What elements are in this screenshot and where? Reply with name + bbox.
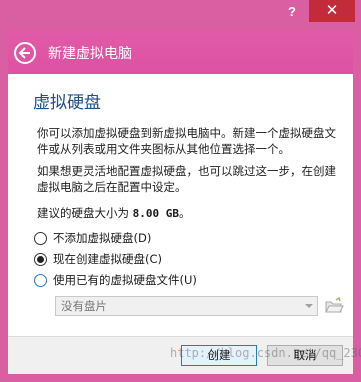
disk-file-select: 没有盘片 bbox=[55, 296, 318, 316]
option-no-disk-label: 不添加虚拟硬盘(D) bbox=[53, 231, 152, 245]
size-prefix: 建议的硬盘大小为 bbox=[37, 206, 133, 220]
help-button[interactable]: ? bbox=[280, 2, 304, 22]
disk-file-select-value: 没有盘片 bbox=[61, 299, 107, 313]
radio-no-disk[interactable] bbox=[34, 231, 47, 245]
page-title: 虚拟硬盘 bbox=[33, 93, 101, 113]
chevron-down-icon bbox=[305, 304, 313, 308]
cancel-button[interactable]: 取消 bbox=[267, 345, 343, 366]
wizard-title: 新建虚拟电脑 bbox=[48, 46, 132, 62]
option-create-disk[interactable]: 现在创建虚拟硬盘(C) bbox=[34, 251, 162, 267]
recommended-size: 建议的硬盘大小为 8.00 GB。 bbox=[37, 205, 191, 221]
create-button[interactable]: 创建 bbox=[181, 345, 257, 366]
description-paragraph: 你可以添加虚拟硬盘到新虚拟电脑中。新建一个虚拟硬盘文件或从列表或用文件夹图标从其… bbox=[37, 126, 336, 156]
size-value: 8.00 GB bbox=[132, 207, 180, 220]
window-titlebar: ? ✕ bbox=[0, 0, 361, 30]
option-create-disk-label: 现在创建虚拟硬盘(C) bbox=[53, 252, 163, 266]
close-button[interactable]: ✕ bbox=[309, 0, 355, 22]
radio-create-disk[interactable] bbox=[34, 252, 47, 266]
folder-open-icon bbox=[324, 296, 344, 316]
back-arrow-icon[interactable] bbox=[14, 42, 36, 64]
hint-paragraph: 如果想更灵活地配置虚拟硬盘，也可以跳过这一步，在创建虚拟电脑之后在配置中设定。 bbox=[37, 164, 336, 194]
wizard-header: 新建虚拟电脑 bbox=[8, 30, 353, 74]
option-no-disk[interactable]: 不添加虚拟硬盘(D) bbox=[34, 230, 151, 246]
option-existing-disk[interactable]: 使用已有的虚拟硬盘文件(U) bbox=[34, 272, 197, 288]
wizard-content: 虚拟硬盘 你可以添加虚拟硬盘到新虚拟电脑中。新建一个虚拟硬盘文件或从列表或用文件… bbox=[8, 74, 353, 336]
size-suffix: 。 bbox=[179, 206, 191, 220]
option-existing-disk-label: 使用已有的虚拟硬盘文件(U) bbox=[53, 273, 197, 287]
wizard-footer: 创建 取消 bbox=[8, 336, 353, 374]
radio-existing-disk[interactable] bbox=[34, 273, 47, 287]
